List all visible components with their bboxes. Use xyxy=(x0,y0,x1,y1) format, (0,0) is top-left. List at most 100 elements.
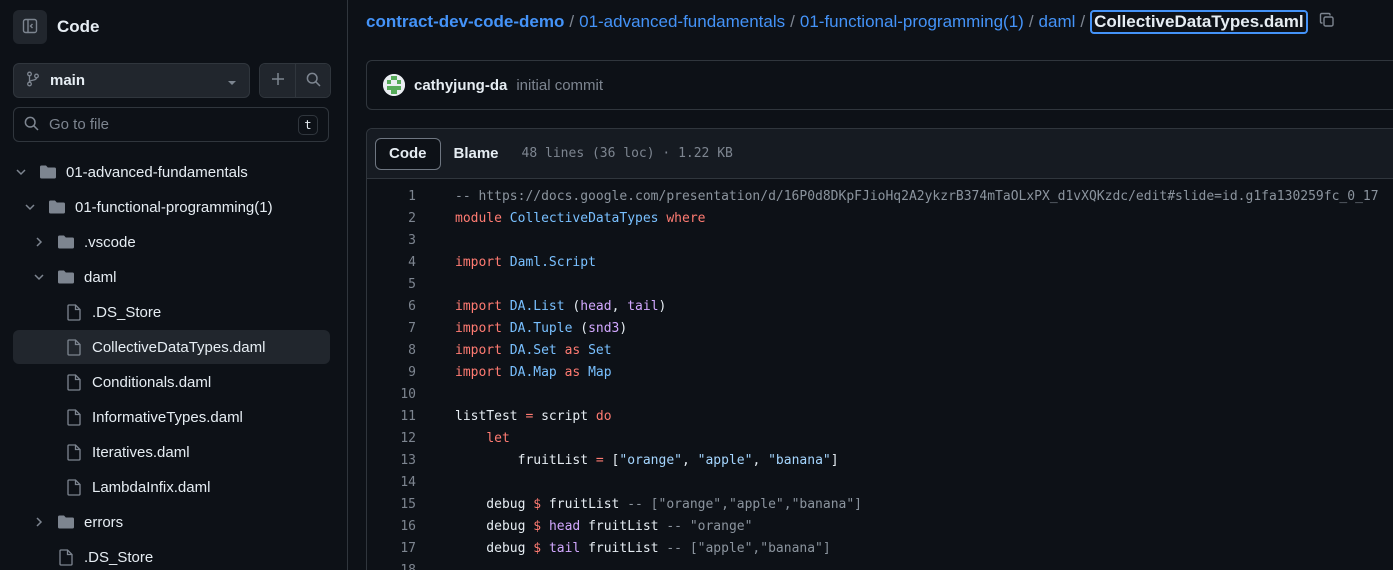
file-stats: 48 lines (36 loc) · 1.22 KB xyxy=(521,146,733,161)
search-icon xyxy=(24,116,39,134)
file-icon xyxy=(57,548,75,566)
line-number[interactable]: 15 xyxy=(367,494,416,516)
chevron-down-icon[interactable] xyxy=(13,164,29,180)
tree-item-label: .DS_Store xyxy=(92,303,162,321)
sidebar-toggle-button[interactable] xyxy=(13,10,47,44)
line-content: import DA.Set as Set xyxy=(455,343,612,358)
add-file-button[interactable] xyxy=(260,64,295,97)
sidebar-collapse-icon xyxy=(22,18,38,37)
line-number[interactable]: 2 xyxy=(367,208,416,230)
line-number[interactable]: 16 xyxy=(367,516,416,538)
tree-item-label: LambdaInfix.daml xyxy=(92,478,211,496)
tree-item-label: .vscode xyxy=(84,233,136,251)
code-line: 7 import DA.Tuple (snd3) xyxy=(367,318,627,340)
breadcrumb-link[interactable]: 01-advanced-fundamentals xyxy=(579,12,785,32)
file-icon xyxy=(65,373,83,391)
line-number[interactable]: 5 xyxy=(367,274,416,296)
breadcrumb-repo-link[interactable]: contract-dev-code-demo xyxy=(366,12,564,32)
copy-path-button[interactable] xyxy=(1316,11,1338,33)
tree-folder[interactable]: 01-advanced-fundamentals xyxy=(13,155,248,189)
avatar[interactable] xyxy=(383,74,405,96)
tree-file[interactable]: Iteratives.daml xyxy=(65,435,190,469)
tab-blame[interactable]: Blame xyxy=(441,138,512,170)
line-number[interactable]: 18 xyxy=(367,560,416,570)
line-content: debug $ tail fruitList -- ["apple","bana… xyxy=(455,541,831,556)
breadcrumb-link[interactable]: 01-functional-programming(1) xyxy=(800,12,1024,32)
folder-icon xyxy=(57,268,75,286)
sidebar-header: Code xyxy=(13,10,100,44)
branch-selector[interactable]: main xyxy=(13,63,250,98)
file-icon xyxy=(65,303,83,321)
line-content: debug $ head fruitList -- "orange" xyxy=(455,519,753,534)
chevron-right-icon[interactable] xyxy=(31,514,47,530)
line-content: import DA.Map as Map xyxy=(455,365,612,380)
breadcrumb-separator: / xyxy=(1028,12,1034,31)
line-number[interactable]: 7 xyxy=(367,318,416,340)
line-number[interactable]: 13 xyxy=(367,450,416,472)
tab-code[interactable]: Code xyxy=(375,137,441,170)
copy-icon xyxy=(1319,12,1335,33)
line-number[interactable]: 4 xyxy=(367,252,416,274)
code-line: 4 import Daml.Script xyxy=(367,252,596,274)
line-number[interactable]: 8 xyxy=(367,340,416,362)
tree-folder[interactable]: 01-functional-programming(1) xyxy=(22,190,273,224)
main-content: contract-dev-code-demo / 01-advanced-fun… xyxy=(348,0,1393,570)
breadcrumb-current-file: CollectiveDataTypes.daml xyxy=(1090,10,1308,34)
line-number[interactable]: 1 xyxy=(367,186,416,208)
folder-icon xyxy=(57,233,75,251)
file-icon xyxy=(65,408,83,426)
caret-down-icon xyxy=(227,73,237,89)
plus-icon xyxy=(271,72,285,89)
commit-message[interactable]: initial commit xyxy=(516,77,603,94)
chevron-down-icon[interactable] xyxy=(31,269,47,285)
tree-file[interactable]: .DS_Store xyxy=(65,295,161,329)
code-line: 1 -- https://docs.google.com/presentation… xyxy=(367,186,1378,208)
code-line: 6 import DA.List (head, tail) xyxy=(367,296,666,318)
chevron-down-icon[interactable] xyxy=(22,199,38,215)
code-line: 11 listTest = script do xyxy=(367,406,611,428)
line-content: import DA.List (head, tail) xyxy=(455,299,667,314)
line-content: import DA.Tuple (snd3) xyxy=(455,321,628,336)
line-number[interactable]: 10 xyxy=(367,384,416,406)
tree-file[interactable]: .DS_Store xyxy=(57,540,153,570)
sidebar-title: Code xyxy=(57,17,100,36)
line-number[interactable]: 3 xyxy=(367,230,416,252)
code-line: 10 xyxy=(367,384,455,406)
go-to-file-input[interactable] xyxy=(49,116,288,133)
line-number[interactable]: 11 xyxy=(367,406,416,428)
tree-file[interactable]: InformativeTypes.daml xyxy=(65,400,243,434)
go-to-file-field[interactable]: t xyxy=(13,107,329,142)
tree-item-label: 01-advanced-fundamentals xyxy=(66,163,248,181)
line-number[interactable]: 12 xyxy=(367,428,416,450)
tree-file[interactable]: CollectiveDataTypes.daml xyxy=(13,330,330,364)
tree-item-label: CollectiveDataTypes.daml xyxy=(92,338,266,356)
code-line: 12 let xyxy=(367,428,509,450)
tree-item-label: 01-functional-programming(1) xyxy=(75,198,273,216)
tree-folder[interactable]: daml xyxy=(31,260,117,294)
line-number[interactable]: 9 xyxy=(367,362,416,384)
code-line: 9 import DA.Map as Map xyxy=(367,362,612,384)
line-number[interactable]: 14 xyxy=(367,472,416,494)
code-line: 15 debug $ fruitList -- ["orange","apple… xyxy=(367,494,862,516)
git-branch-icon xyxy=(26,71,40,90)
commit-author[interactable]: cathyjung-da xyxy=(414,77,507,94)
view-mode-toggle: Code Blame xyxy=(375,137,512,170)
keyboard-shortcut-hint: t xyxy=(298,114,318,135)
breadcrumb-separator: / xyxy=(569,12,575,31)
code-line: 3 xyxy=(367,230,455,252)
breadcrumb-link[interactable]: daml xyxy=(1039,12,1076,32)
line-content: import Daml.Script xyxy=(455,255,596,270)
chevron-right-icon[interactable] xyxy=(31,234,47,250)
tree-folder[interactable]: .vscode xyxy=(31,225,136,259)
tree-file[interactable]: Conditionals.daml xyxy=(65,365,211,399)
line-number[interactable]: 6 xyxy=(367,296,416,318)
breadcrumb-separator: / xyxy=(1080,12,1086,31)
tree-file[interactable]: LambdaInfix.daml xyxy=(65,470,210,504)
line-number[interactable]: 17 xyxy=(367,538,416,560)
code-line: 8 import DA.Set as Set xyxy=(367,340,612,362)
file-icon xyxy=(65,443,83,461)
search-files-button[interactable] xyxy=(295,64,330,97)
tree-folder[interactable]: errors xyxy=(31,505,123,539)
breadcrumb-separator: / xyxy=(790,12,795,31)
code-line: 14 xyxy=(367,472,455,494)
